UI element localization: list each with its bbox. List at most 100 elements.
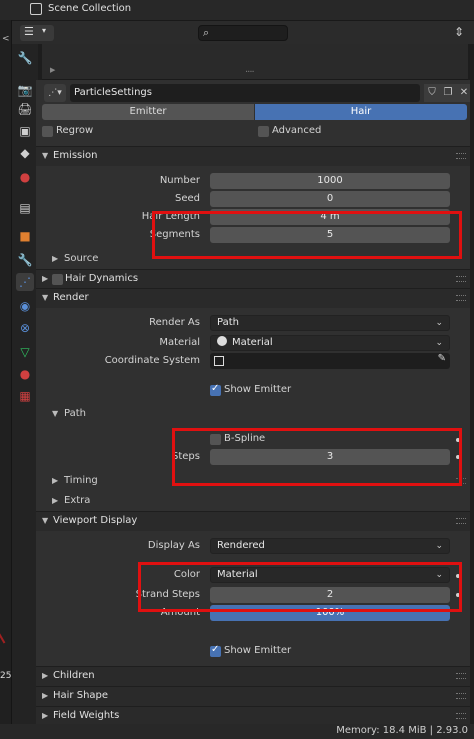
material-dropdown[interactable]: Material ⌄ [210, 335, 450, 351]
eyedropper-icon[interactable]: ✎ [438, 353, 446, 364]
seed-field[interactable]: 0 [210, 191, 450, 207]
duplicate-icon[interactable]: ❐ [440, 84, 456, 102]
highlight-box-segments [152, 211, 462, 259]
path-title: Path [64, 408, 86, 419]
advanced-label: Advanced [272, 125, 322, 136]
number-field[interactable]: 1000 [210, 173, 450, 189]
outliner-scene-collection[interactable]: Scene Collection [48, 3, 131, 14]
search-icon: ⌕ [203, 26, 210, 39]
close-icon[interactable]: ✕ [456, 84, 470, 102]
render-as-label: Render As [149, 317, 200, 328]
resize-grip-icon[interactable]: .... [245, 64, 255, 75]
output-tab-icon[interactable]: 🖨 [16, 100, 34, 118]
texture-tab-icon[interactable]: ▦ [16, 387, 34, 405]
collection-icon [30, 3, 42, 15]
frame-number: 25 [0, 671, 12, 681]
particles-tab-icon[interactable]: ⋰ [16, 273, 34, 291]
drag-grip-icon[interactable] [456, 693, 466, 699]
render-as-dropdown[interactable]: Path ⌄ [210, 315, 450, 331]
show-emitter-render-check[interactable] [210, 383, 221, 396]
particle-settings-name-field[interactable]: ParticleSettings [70, 84, 420, 102]
expanded-arrow-icon: ▼ [42, 151, 49, 160]
collection-tab-icon[interactable]: ▤ [16, 199, 34, 217]
object-tab-icon[interactable]: ■ [16, 227, 34, 245]
emission-title: Emission [53, 150, 98, 161]
emission-panel-header[interactable]: ▼ Emission [36, 146, 470, 166]
regrow-checkbox[interactable]: Regrow [42, 124, 242, 140]
hair-shape-title: Hair Shape [53, 690, 109, 701]
highlight-box-strand-steps [138, 562, 462, 612]
particle-settings-browse-button[interactable]: ⋰▾ [44, 84, 66, 102]
search-input[interactable]: ⌕ [198, 25, 288, 41]
advanced-check[interactable] [258, 126, 269, 137]
pin-icon[interactable]: ⇕ [448, 25, 470, 41]
collapsed-arrow-icon: ▶ [52, 254, 59, 263]
chevron-down-icon: ⌄ [435, 318, 443, 328]
drag-grip-icon[interactable] [456, 518, 466, 524]
data-tab-icon[interactable]: ▽ [16, 343, 34, 361]
extra-subpanel-header[interactable]: ▶ Extra [36, 492, 470, 512]
view-layer-tab-icon[interactable]: ▣ [16, 122, 34, 140]
collapsed-arrow-icon: ▶ [42, 274, 49, 283]
number-label: Number [159, 175, 200, 186]
particle-settings-datablock: ⋰▾ ParticleSettings ⛉ ❐ ✕ [42, 84, 470, 102]
collapsed-arrow-icon: ▶ [52, 476, 59, 485]
coordinate-system-field[interactable]: ✎ [210, 353, 450, 369]
scene-tab-icon[interactable]: ◆ [16, 144, 34, 162]
physics-tab-icon[interactable]: ◉ [16, 297, 34, 315]
source-title: Source [64, 253, 99, 264]
regrow-label: Regrow [56, 125, 94, 136]
expanded-arrow-icon: ▼ [42, 293, 49, 302]
display-as-dropdown[interactable]: Rendered ⌄ [210, 538, 450, 554]
collapsed-arrow-icon: ▶ [42, 691, 49, 700]
show-emitter-render-checkbox[interactable]: Show Emitter [210, 383, 410, 399]
render-title: Render [53, 292, 89, 303]
expanded-arrow-icon: ▼ [52, 409, 59, 418]
material-label: Material [159, 337, 200, 348]
status-bar: Memory: 18.4 MiB | 2.93.0 [0, 724, 474, 739]
drag-grip-icon[interactable] [456, 295, 466, 301]
memory-version-status: Memory: 18.4 MiB | 2.93.0 [336, 725, 468, 736]
coordinate-system-label: Coordinate System [104, 355, 200, 366]
outliner-header: Scene Collection [0, 0, 474, 20]
drag-grip-icon[interactable] [456, 673, 466, 679]
material-tab-icon[interactable]: ● [16, 365, 34, 383]
emitter-tab[interactable]: Emitter [42, 104, 254, 120]
viewport-display-title: Viewport Display [53, 515, 138, 526]
hair-dynamics-panel-header[interactable]: ▶ Hair Dynamics [36, 269, 470, 289]
hair-shape-panel-header[interactable]: ▶ Hair Shape [36, 686, 470, 706]
viewport-display-panel-header[interactable]: ▼ Viewport Display [36, 511, 470, 531]
drag-grip-icon[interactable] [456, 713, 466, 719]
drag-grip-icon[interactable] [456, 153, 466, 159]
editor-type-button[interactable]: ☰ ▾ [20, 25, 54, 41]
show-emitter-render-label: Show Emitter [224, 384, 292, 395]
field-weights-title: Field Weights [53, 710, 120, 721]
hair-dynamics-checkbox[interactable] [52, 274, 63, 285]
hair-tab[interactable]: Hair [255, 104, 467, 120]
modifier-tab-icon[interactable]: 🔧 [16, 251, 34, 269]
expand-arrow-icon[interactable]: ▶ [50, 66, 55, 74]
chevron-down-icon: ⌄ [435, 541, 443, 551]
regrow-check[interactable] [42, 126, 53, 137]
world-tab-icon[interactable]: ● [16, 168, 34, 186]
collapsed-arrow-icon: ▶ [52, 496, 59, 505]
show-emitter-viewport-check[interactable] [210, 644, 221, 657]
field-weights-panel-header[interactable]: ▶ Field Weights [36, 706, 470, 724]
constraints-tab-icon[interactable]: ⊗ [16, 319, 34, 337]
children-title: Children [53, 670, 95, 681]
editor-type-icon: ☰ [24, 25, 34, 38]
drag-grip-icon[interactable] [456, 276, 466, 282]
tool-tab-icon[interactable]: 🔧 [16, 49, 34, 67]
fake-user-shield-icon[interactable]: ⛉ [424, 84, 440, 102]
particle-properties-panel: ⋰▾ ParticleSettings ⛉ ❐ ✕ Emitter Hair R… [36, 80, 470, 724]
show-emitter-viewport-checkbox[interactable]: Show Emitter [210, 644, 410, 660]
path-subpanel-header[interactable]: ▼ Path [36, 405, 470, 425]
header-preview-area: ▶ .... [42, 44, 468, 80]
render-tab-icon[interactable]: 📷 [16, 81, 34, 99]
children-panel-header[interactable]: ▶ Children [36, 666, 470, 686]
render-panel-header[interactable]: ▼ Render [36, 288, 470, 308]
timing-title: Timing [64, 475, 98, 486]
advanced-checkbox[interactable]: Advanced [258, 124, 458, 140]
render-as-value: Path [217, 317, 239, 328]
collapse-chevron-icon[interactable]: < [2, 34, 10, 44]
